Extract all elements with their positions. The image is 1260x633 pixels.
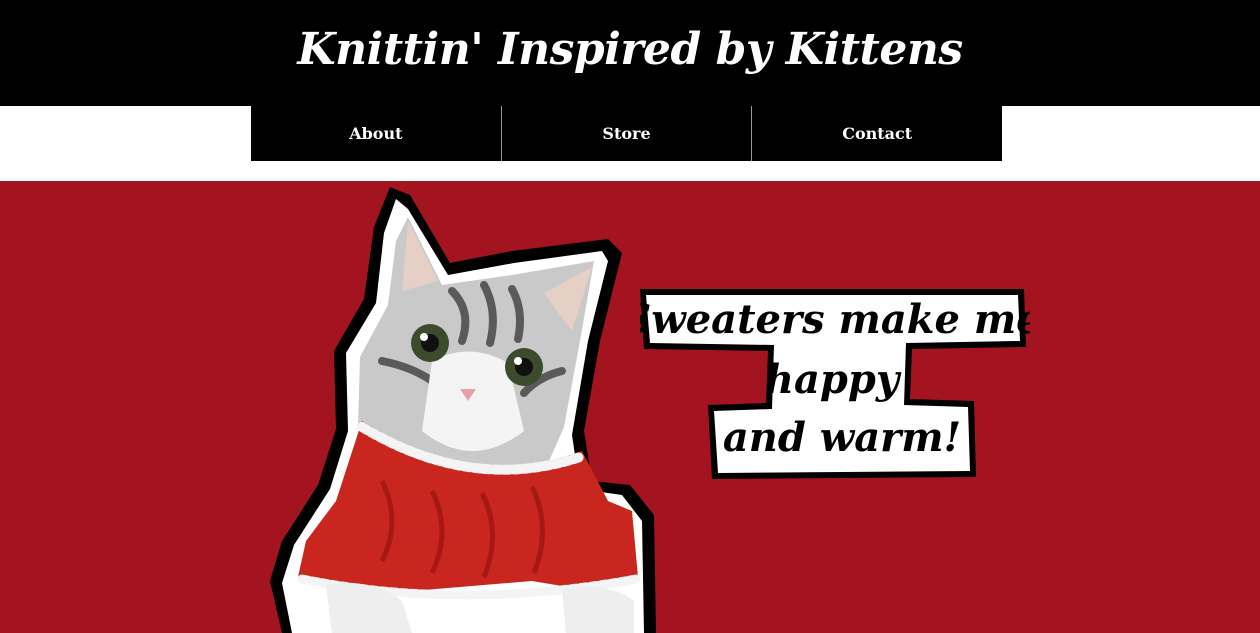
speech-bubble: Sweaters make me happy and warm! — [640, 289, 1030, 479]
speech-line-1: Sweaters make me — [640, 296, 1030, 343]
site-title: Knittin' Inspired by Kittens — [297, 24, 963, 75]
nav-item-about[interactable]: About — [251, 106, 501, 161]
cat-illustration — [270, 187, 656, 633]
hero-banner: Sweaters make me happy and warm! — [0, 181, 1260, 633]
speech-line-3: and warm! — [723, 414, 961, 461]
main-nav: About Store Contact — [251, 106, 1002, 161]
nav-item-store[interactable]: Store — [500, 106, 752, 161]
speech-line-2: happy — [765, 356, 902, 403]
site-header: Knittin' Inspired by Kittens — [0, 0, 1260, 106]
nav-item-contact[interactable]: Contact — [751, 106, 1002, 161]
